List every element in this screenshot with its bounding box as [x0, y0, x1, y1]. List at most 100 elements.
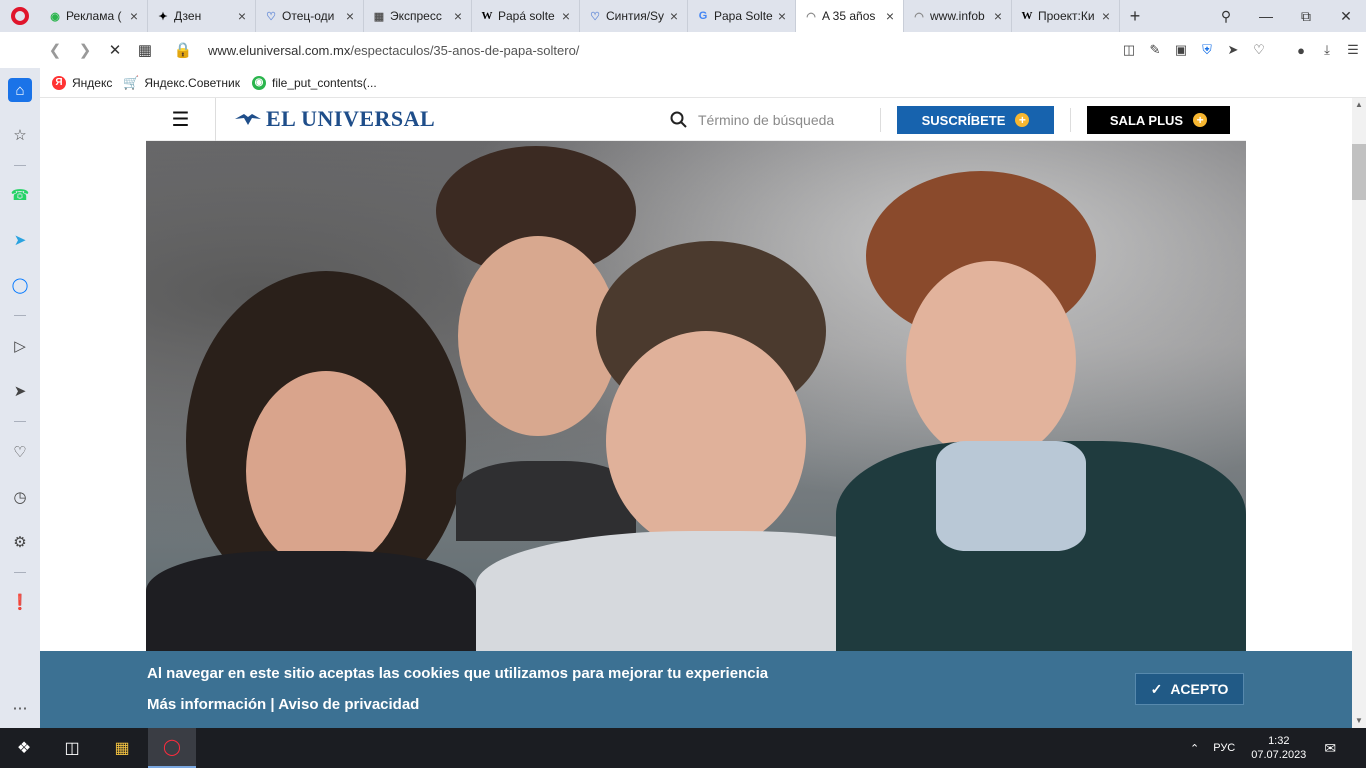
close-icon[interactable]: × — [667, 8, 681, 24]
close-icon[interactable]: × — [343, 8, 357, 24]
scroll-down-arrow-icon[interactable]: ▼ — [1352, 714, 1366, 728]
logo-text: EL UNIVERSAL — [266, 106, 436, 131]
file-explorer-icon[interactable]: ▦ — [98, 728, 146, 768]
telegram-icon[interactable]: ➤ — [8, 228, 32, 252]
lock-icon[interactable]: 🔒 — [168, 32, 198, 68]
minimize-button[interactable]: — — [1246, 0, 1286, 32]
tab-title: Экспресс — [390, 9, 442, 23]
clock-time: 1:32 — [1268, 735, 1290, 747]
back-button[interactable]: ❮ — [40, 32, 70, 68]
bookmark-label: Яндекс.Советник — [144, 75, 240, 90]
download-icon[interactable]: ⤓ — [1314, 42, 1340, 58]
opera-menu-button[interactable] — [0, 0, 40, 32]
grid-icon: ▦ — [373, 10, 385, 23]
tab-item[interactable]: ♡ Отец-оди × — [256, 0, 364, 32]
close-icon[interactable]: × — [991, 8, 1005, 24]
loading-icon: ◠ — [806, 10, 816, 23]
close-icon[interactable]: × — [883, 8, 897, 24]
search-input[interactable] — [698, 111, 868, 128]
accept-cookies-button[interactable]: ✓ ACEPTO — [1135, 673, 1244, 705]
forward-button[interactable]: ❯ — [70, 32, 100, 68]
close-icon[interactable]: × — [451, 8, 465, 24]
tab-item[interactable]: W Papá solte × — [472, 0, 580, 32]
bookmark-heart-icon[interactable]: ♡ — [1246, 42, 1272, 58]
tab-item[interactable]: ✦ Дзен × — [148, 0, 256, 32]
tab-item[interactable]: ♡ Синтия/Sy × — [580, 0, 688, 32]
notifications-icon[interactable]: ✉ — [1324, 740, 1336, 757]
more-info-link[interactable]: Más información — [147, 696, 266, 713]
whatsapp-icon[interactable]: ☎ — [8, 183, 32, 207]
tab-title: Синтия/Sy — [606, 9, 665, 23]
bookmarks-bar: Я Яндекс 🛒 Яндекс.Советник ◉ file_put_co… — [40, 68, 1366, 98]
url-domain: www.eluniversal.com.mx — [208, 42, 351, 58]
close-icon[interactable]: × — [235, 8, 249, 24]
heart-icon[interactable]: ♡ — [8, 440, 32, 464]
tab-item[interactable]: ◉ Реклама ( × — [40, 0, 148, 32]
speed-dial-icon[interactable]: ▦ — [130, 32, 160, 68]
easy-setup-icon[interactable]: ☰ — [1340, 42, 1366, 58]
site-logo[interactable]: EL UNIVERSAL — [234, 106, 435, 132]
accept-label: ACEPTO — [1170, 681, 1229, 697]
snapshot-icon[interactable]: ▣ — [1168, 42, 1194, 58]
wikipedia-icon: W — [1021, 10, 1033, 22]
windows-start-icon[interactable]: ❖ — [0, 728, 48, 768]
scroll-up-arrow-icon[interactable]: ▲ — [1352, 98, 1366, 112]
home-icon[interactable]: ⌂ — [8, 78, 32, 102]
tab-item[interactable]: ▦ Экспресс × — [364, 0, 472, 32]
bookmark-label: file_put_contents(... — [271, 75, 377, 90]
tray-expand-icon[interactable]: ⌃ — [1190, 742, 1199, 755]
bookmark-item[interactable]: ◉ file_put_contents(... — [251, 75, 377, 90]
close-icon[interactable]: × — [559, 8, 573, 24]
bookmark-item[interactable]: Я Яндекс — [52, 75, 112, 90]
tab-title: A 35 años — [822, 9, 876, 23]
clock-date: 07.07.2023 — [1251, 749, 1307, 761]
close-icon[interactable]: × — [127, 8, 141, 24]
yandex-icon: Я — [52, 75, 66, 90]
settings-gear-icon[interactable]: ⚙ — [8, 530, 32, 554]
lightbulb-icon[interactable]: ❗ — [8, 590, 32, 614]
cookie-message: Al navegar en este sitio aceptas las coo… — [147, 665, 769, 682]
task-view-icon[interactable]: ◫ — [48, 728, 96, 768]
search-icon[interactable] — [670, 111, 688, 129]
language-indicator[interactable]: РУС — [1213, 742, 1235, 754]
tab-strip: ◉ Реклама ( × ✦ Дзен × ♡ Отец-оди × ▦ Эк… — [0, 0, 1366, 32]
tab-item[interactable]: ◠ www.infob × — [904, 0, 1012, 32]
subscribe-button[interactable]: SUSCRÍBETE + — [897, 106, 1054, 134]
privacy-link[interactable]: Aviso de privacidad — [278, 696, 419, 713]
clock[interactable]: 1:32 07.07.2023 — [1251, 734, 1306, 762]
flow-icon[interactable]: ➤ — [8, 379, 32, 403]
reader-mode-icon[interactable]: ◫ — [1116, 42, 1142, 58]
plus-icon: + — [1193, 113, 1208, 127]
history-icon[interactable]: ◷ — [8, 485, 32, 509]
tab-item[interactable]: W Проект:Ки × — [1012, 0, 1120, 32]
profile-avatar-icon[interactable]: ● — [1288, 43, 1314, 58]
opera-sidebar: ⌂ ☆ ☎ ➤ ◯ ▷ ➤ ♡ ◷ ⚙ ❗ ⋯ — [0, 68, 40, 728]
vk-icon[interactable]: ◯ — [8, 273, 32, 297]
bookmarks-star-icon[interactable]: ☆ — [8, 123, 32, 147]
close-window-button[interactable]: ✕ — [1326, 0, 1366, 32]
player-icon[interactable]: ▷ — [8, 334, 32, 358]
bookmark-item[interactable]: 🛒 Яндекс.Советник — [123, 75, 240, 90]
hamburger-menu-icon[interactable]: ☰ — [146, 98, 216, 141]
site-header: ☰ EL UNIVERSAL SUSCRÍBETE + SALA PLUS + — [146, 98, 1246, 141]
stop-loading-icon[interactable]: ✕ — [100, 32, 130, 68]
send-icon[interactable]: ➤ — [1220, 42, 1246, 58]
eagle-icon — [235, 114, 261, 125]
share-icon[interactable]: ✎ — [1142, 42, 1168, 58]
restore-button[interactable]: ⧉ — [1286, 0, 1326, 32]
adblock-shield-icon[interactable]: ⛨ — [1194, 42, 1220, 58]
opera-taskbar-icon[interactable]: ◯ — [148, 728, 196, 768]
more-icon[interactable]: ⋯ — [8, 696, 32, 720]
vertical-scrollbar[interactable]: ▲ ▼ — [1352, 98, 1366, 728]
sala-plus-button[interactable]: SALA PLUS + — [1087, 106, 1230, 134]
tab-item-active[interactable]: ◠ A 35 años × — [796, 0, 904, 32]
close-icon[interactable]: × — [775, 8, 789, 24]
scrollbar-thumb[interactable] — [1352, 144, 1366, 200]
wikipedia-icon: W — [481, 10, 493, 22]
search-tabs-icon[interactable]: ⚲ — [1206, 0, 1246, 32]
url-field[interactable]: www.eluniversal.com.mx/espectaculos/35-a… — [208, 43, 579, 58]
tab-item[interactable]: G Papa Solte × — [688, 0, 796, 32]
close-icon[interactable]: × — [1099, 8, 1113, 24]
new-tab-button[interactable]: + — [1120, 6, 1150, 27]
cookie-banner: Al navegar en este sitio aceptas las coo… — [40, 651, 1352, 728]
